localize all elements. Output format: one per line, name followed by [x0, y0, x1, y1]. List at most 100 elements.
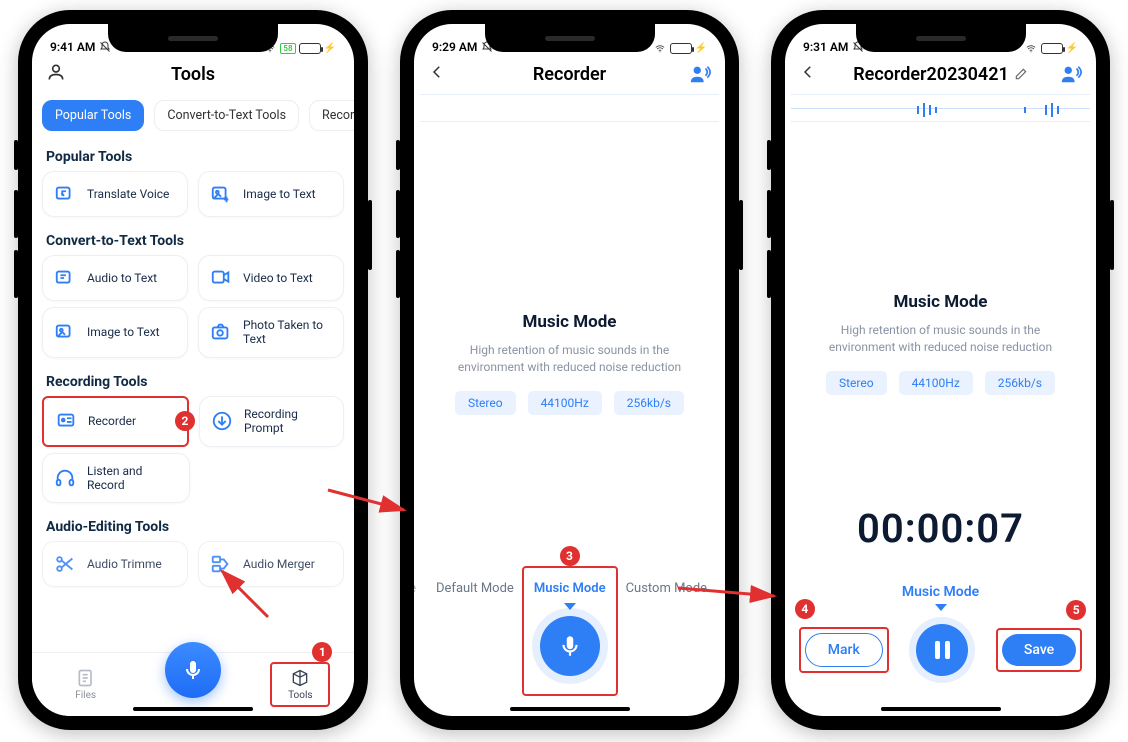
side-button: [767, 140, 771, 170]
record-fab[interactable]: [165, 642, 221, 698]
battery-icon: [670, 43, 692, 54]
section-convert: Convert-to-Text Tools: [32, 223, 354, 255]
tool-image-to-text[interactable]: Image to Text: [198, 171, 344, 217]
tool-listen-record[interactable]: Listen and Record: [42, 453, 190, 504]
tool-recorder[interactable]: Recorder 2: [42, 396, 189, 447]
mode-clip[interactable]: le: [414, 581, 416, 596]
tab-recording[interactable]: Recordin: [309, 100, 354, 131]
step-badge-4: 4: [795, 599, 815, 619]
tool-label: Recorder: [88, 414, 136, 428]
mic-icon: [557, 633, 583, 659]
edit-icon[interactable]: [1014, 67, 1028, 81]
mode-music[interactable]: Music Mode: [534, 581, 606, 596]
files-icon: [76, 668, 96, 688]
wifi-icon: [1024, 44, 1038, 54]
tool-label: Audio Trimme: [87, 557, 162, 571]
download-circle-icon: [210, 409, 234, 433]
step-badge-2: 2: [175, 411, 195, 431]
chevron-down-icon: [564, 603, 576, 610]
tab-popular[interactable]: Popular Tools: [42, 100, 144, 131]
home-indicator: [881, 707, 1001, 711]
chevron-down-icon: [935, 604, 947, 611]
phone-recording-active: 9:31 AM ⚡ Recorder20230421: [771, 10, 1110, 730]
image-text-icon: [209, 182, 233, 206]
page-title: Tools: [171, 64, 215, 85]
tool-audio-to-text[interactable]: Audio to Text: [42, 255, 188, 301]
side-button: [396, 190, 400, 238]
nav-label: Files: [75, 690, 96, 701]
audio-text-icon: [53, 266, 77, 290]
chip-samplerate: 44100Hz: [899, 371, 973, 395]
tool-label: Audio Merger: [243, 557, 315, 571]
translate-icon: [53, 182, 77, 206]
highlight-box-5: 5 Save: [996, 628, 1082, 672]
wifi-icon: [653, 44, 667, 54]
home-indicator: [510, 707, 630, 711]
tool-label: Audio to Text: [87, 271, 157, 285]
section-popular: Popular Tools: [32, 139, 354, 171]
scissors-icon: [53, 552, 77, 576]
tool-image-to-text-2[interactable]: Image to Text: [42, 307, 188, 358]
camera-icon: [209, 320, 233, 344]
image-text-icon: [53, 320, 77, 344]
mode-title: Music Mode: [785, 292, 1096, 312]
battery-icon: [1041, 43, 1063, 54]
pause-button[interactable]: [916, 624, 968, 676]
mode-default[interactable]: Default Mode: [436, 581, 514, 596]
nav-label: Tools: [288, 690, 312, 701]
mode-description: High retention of music sounds in the en…: [785, 312, 1096, 371]
nav-tools[interactable]: Tools 1: [270, 662, 330, 707]
mark-button[interactable]: Mark: [805, 633, 883, 667]
section-audio-editing: Audio-Editing Tools: [32, 509, 354, 541]
tool-label: Image to Text: [87, 325, 160, 339]
side-button: [368, 200, 372, 270]
side-button: [767, 190, 771, 238]
status-time: 9:29 AM: [432, 40, 477, 54]
side-button: [1110, 200, 1114, 270]
page-title: Recorder: [533, 64, 606, 85]
record-button[interactable]: [540, 616, 600, 676]
tool-label: Video to Text: [243, 271, 313, 285]
signal-icon: 58: [280, 43, 295, 54]
side-button: [739, 200, 743, 270]
charging-icon: ⚡: [1066, 43, 1078, 54]
mode-picker[interactable]: le Default Mode Music Mode Custom Mode: [414, 581, 725, 596]
nav-files[interactable]: Files: [56, 668, 116, 701]
back-button[interactable]: [799, 63, 817, 86]
tool-label: Image to Text: [243, 187, 316, 201]
tool-label: Translate Voice: [87, 187, 169, 201]
voice-profile-icon[interactable]: [1060, 63, 1082, 85]
notch: [485, 24, 655, 52]
battery-icon: [299, 43, 321, 54]
step-badge-1: 1: [312, 642, 332, 662]
tool-translate-voice[interactable]: Translate Voice: [42, 171, 188, 217]
cube-icon: [290, 668, 310, 688]
profile-icon[interactable]: [46, 62, 66, 87]
tool-label: Recording Prompt: [244, 407, 333, 436]
mode-description: High retention of music sounds in the en…: [414, 332, 725, 391]
tool-audio-merger[interactable]: Audio Merger: [198, 541, 344, 587]
side-button: [14, 250, 18, 298]
mode-custom[interactable]: Custom Mode: [626, 581, 708, 596]
tab-convert[interactable]: Convert-to-Text Tools: [154, 100, 299, 131]
back-button[interactable]: [428, 63, 446, 86]
highlight-box-4: 4 Mark: [799, 627, 889, 673]
merge-icon: [209, 552, 233, 576]
side-button: [396, 140, 400, 170]
mode-title: Music Mode: [414, 312, 725, 332]
pause-icon: [935, 641, 940, 659]
tool-photo-to-text[interactable]: Photo Taken to Text: [198, 307, 344, 358]
chip-samplerate: 44100Hz: [528, 391, 602, 415]
chip-bitrate: 256kb/s: [985, 371, 1055, 395]
recorder-icon: [54, 409, 78, 433]
waveform-strip: [791, 94, 1090, 122]
current-mode-label: Music Mode: [785, 584, 1096, 600]
tool-recording-prompt[interactable]: Recording Prompt: [199, 396, 344, 447]
save-button[interactable]: Save: [1002, 634, 1076, 666]
tool-video-to-text[interactable]: Video to Text: [198, 255, 344, 301]
video-text-icon: [209, 266, 233, 290]
pause-icon: [945, 641, 950, 659]
waveform-strip: [420, 94, 719, 122]
voice-profile-icon[interactable]: [689, 63, 711, 85]
tool-audio-trimmer[interactable]: Audio Trimme: [42, 541, 188, 587]
